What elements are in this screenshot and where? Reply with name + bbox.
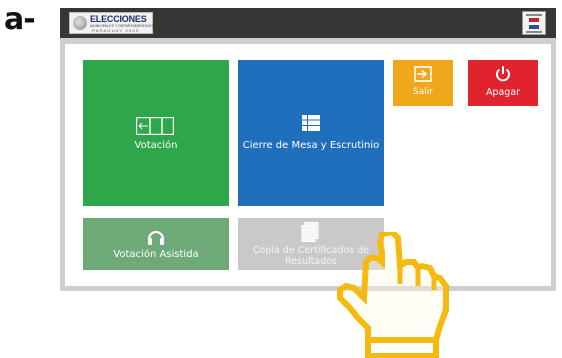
main-menu-panel: Votación Cierre de Mesa y Escrutinio Sal… — [65, 44, 551, 286]
tsje-emblem-icon — [522, 11, 546, 35]
power-icon — [496, 66, 510, 82]
ballot-box-icon — [136, 117, 174, 135]
pointing-hand-icon — [337, 232, 449, 358]
asistida-label: Votación Asistida — [113, 249, 199, 260]
cierre-de-mesa-button[interactable]: Cierre de Mesa y Escrutinio — [238, 60, 384, 206]
document-copy-icon — [301, 222, 319, 242]
votacion-button[interactable]: Votación — [83, 60, 229, 206]
salir-label: Salir — [413, 87, 433, 97]
votacion-label: Votación — [134, 140, 178, 151]
logo-title: ELECCIONES — [90, 14, 147, 24]
votacion-asistida-button[interactable]: Votación Asistida — [83, 218, 229, 270]
voting-machine-screen: ELECCIONES MUNICIPALES Y DEPARTAMENTALES… — [60, 8, 556, 291]
exit-icon — [414, 66, 432, 82]
apagar-label: Apagar — [485, 87, 521, 98]
elecciones-logo: ELECCIONES MUNICIPALES Y DEPARTAMENTALES… — [69, 12, 154, 34]
salir-button[interactable]: Salir — [393, 60, 453, 106]
apagar-button[interactable]: Apagar — [468, 60, 538, 106]
step-label: a- — [4, 2, 36, 37]
grid-list-icon — [302, 115, 320, 131]
top-bar: ELECCIONES MUNICIPALES Y DEPARTAMENTALES… — [60, 8, 556, 38]
seal-icon — [73, 16, 87, 30]
cierre-label: Cierre de Mesa y Escrutinio — [242, 140, 380, 151]
headphones-icon — [147, 230, 165, 245]
logo-country-line: PARAGUAY 2023 — [92, 28, 140, 33]
